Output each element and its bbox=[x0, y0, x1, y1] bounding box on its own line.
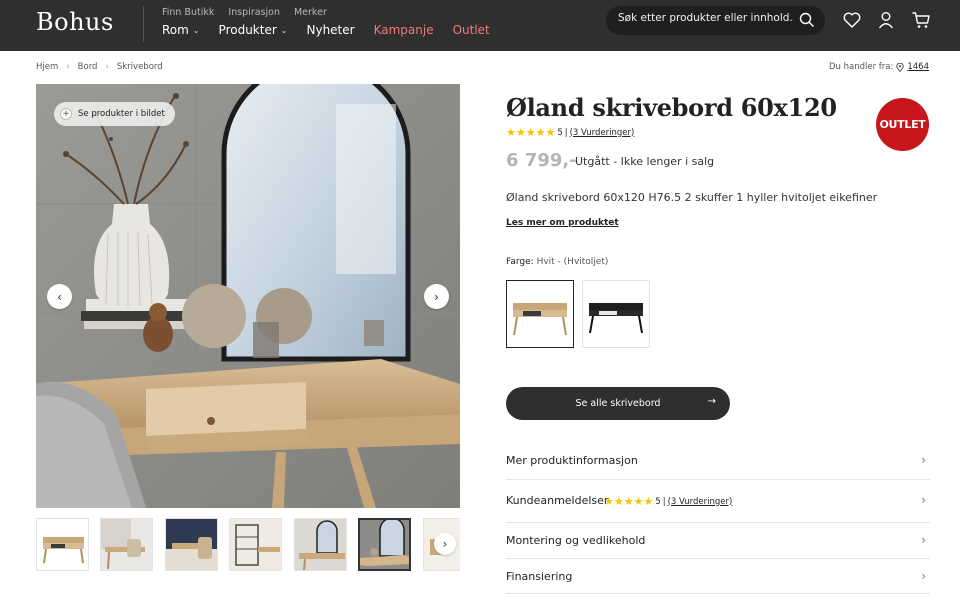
prev-image-button[interactable]: ‹ bbox=[47, 284, 72, 309]
breadcrumb-item-skrivebord[interactable]: Skrivebord bbox=[117, 62, 163, 72]
color-label: Farge: bbox=[506, 257, 534, 267]
cta-label: Se alle skrivebord bbox=[575, 398, 661, 409]
nav-item-nyheter[interactable]: Nyheter bbox=[306, 23, 354, 37]
site-logo[interactable]: Bohus bbox=[36, 8, 114, 36]
see-all-desks-button[interactable]: Se alle skrivebord → bbox=[506, 387, 730, 420]
thumbnail[interactable] bbox=[229, 518, 282, 571]
nav-item-outlet[interactable]: Outlet bbox=[453, 23, 490, 37]
main-nav: Rom ⌄ Produkter ⌄ Nyheter Kampanje Outlet bbox=[162, 23, 490, 37]
thumbnails-next-button[interactable]: › bbox=[434, 533, 456, 555]
see-products-label: Se produkter i bildet bbox=[78, 109, 165, 119]
accordion-label: Montering og vedlikehold bbox=[506, 534, 646, 547]
product-photo bbox=[36, 84, 460, 508]
nav-item-rom[interactable]: Rom ⌄ bbox=[162, 23, 200, 37]
nav-item-label: Kampanje bbox=[373, 23, 434, 37]
rating-value: 5 bbox=[655, 496, 661, 507]
store-number-link[interactable]: 1464 bbox=[907, 62, 929, 72]
chevron-right-icon: › bbox=[921, 493, 926, 507]
arrow-right-icon: → bbox=[707, 396, 716, 407]
color-swatch-white[interactable] bbox=[506, 280, 574, 348]
accordion-product-info[interactable]: Mer produktinformasjon › bbox=[506, 440, 930, 480]
nav-link-merker[interactable]: Merker bbox=[294, 7, 327, 18]
thumbnail-image bbox=[166, 519, 217, 570]
accordion-financing[interactable]: Finansiering › bbox=[506, 559, 930, 594]
accordion-reviews[interactable]: Kundeanmeldelser ★★★★★ 5 | (3 Vurderinge… bbox=[506, 480, 930, 523]
review-count-link[interactable]: (3 Vurderinger) bbox=[570, 128, 635, 138]
search-icon[interactable] bbox=[799, 12, 815, 28]
nav-item-produkter[interactable]: Produkter ⌄ bbox=[219, 23, 288, 37]
thumbnail-active[interactable] bbox=[358, 518, 411, 571]
heart-icon[interactable] bbox=[842, 10, 862, 30]
thumbnail[interactable] bbox=[165, 518, 218, 571]
breadcrumb-item-hjem[interactable]: Hjem bbox=[36, 62, 58, 72]
thumbnail[interactable] bbox=[294, 518, 347, 571]
chevron-down-icon: ⌄ bbox=[280, 25, 288, 35]
nav-item-kampanje[interactable]: Kampanje bbox=[374, 23, 434, 37]
thumbnail-image bbox=[360, 520, 409, 569]
color-swatch-black[interactable] bbox=[582, 280, 650, 348]
product-description: Øland skrivebord 60x120 H76.5 2 skuffer … bbox=[506, 191, 878, 204]
breadcrumb-item-bord[interactable]: Bord bbox=[78, 62, 98, 72]
rating-separator: | bbox=[564, 127, 568, 138]
nav-link-inspirasjon[interactable]: Inspirasjon bbox=[228, 7, 280, 18]
nav-link-finn-butikk[interactable]: Finn Butikk bbox=[162, 7, 214, 18]
next-image-button[interactable]: › bbox=[424, 284, 449, 309]
chevron-right-icon: › bbox=[66, 62, 70, 72]
thumbnail[interactable] bbox=[36, 518, 89, 571]
location-pin-icon bbox=[896, 62, 905, 72]
main-product-image[interactable]: + Se produkter i bildet ‹ › bbox=[36, 84, 460, 508]
thumbnail-image bbox=[295, 519, 346, 570]
chevron-right-icon: › bbox=[105, 62, 109, 72]
star-rating-icon: ★★★★★ bbox=[604, 495, 654, 508]
review-count-link[interactable]: (3 Vurderinger) bbox=[668, 497, 733, 507]
product-price: 6 799,- bbox=[506, 150, 577, 171]
accordion-label: Mer produktinformasjon bbox=[506, 454, 638, 467]
plus-icon: + bbox=[60, 108, 72, 120]
chevron-right-icon: › bbox=[921, 533, 926, 547]
swatch-image bbox=[513, 303, 567, 336]
product-rating[interactable]: ★★★★★ 5 | (3 Vurderinger) bbox=[506, 126, 634, 139]
thumbnail-image bbox=[101, 519, 152, 570]
user-icon[interactable] bbox=[876, 10, 896, 30]
secondary-nav: Finn Butikk Inspirasjon Merker bbox=[162, 7, 327, 18]
site-header: Bohus Finn Butikk Inspirasjon Merker Rom… bbox=[0, 0, 960, 51]
chevron-down-icon: ⌄ bbox=[192, 25, 200, 35]
nav-item-label: Produkter bbox=[218, 23, 277, 37]
color-value: Hvit - (Hvitoljet) bbox=[536, 257, 609, 267]
product-title: Øland skrivebord 60x120 bbox=[506, 93, 837, 122]
chevron-right-icon: › bbox=[434, 289, 439, 304]
chevron-right-icon: › bbox=[921, 569, 926, 583]
nav-item-label: Nyheter bbox=[306, 23, 355, 37]
chevron-left-icon: ‹ bbox=[57, 289, 62, 304]
star-rating-icon: ★★★★★ bbox=[506, 126, 556, 139]
cart-icon[interactable] bbox=[911, 10, 931, 30]
see-products-in-image-button[interactable]: + Se produkter i bildet bbox=[54, 102, 175, 126]
search-bar bbox=[606, 6, 825, 35]
chevron-right-icon: › bbox=[921, 453, 926, 467]
accordion-assembly[interactable]: Montering og vedlikehold › bbox=[506, 523, 930, 559]
store-label: Du handler fra: bbox=[828, 62, 894, 72]
color-selection-label: Farge: Hvit - (Hvitoljet) bbox=[506, 257, 608, 267]
read-more-link[interactable]: Les mer om produktet bbox=[506, 218, 619, 228]
rating-value: 5 bbox=[557, 127, 563, 138]
breadcrumb: Hjem › Bord › Skrivebord bbox=[36, 62, 163, 72]
nav-item-label: Outlet bbox=[452, 23, 490, 37]
thumbnail-image bbox=[230, 519, 281, 570]
availability-status: Utgått - Ikke lenger i salg bbox=[575, 155, 715, 168]
outlet-badge: OUTLET bbox=[876, 98, 929, 151]
store-selector: Du handler fra: 1464 bbox=[829, 62, 929, 72]
swatch-image bbox=[589, 303, 643, 334]
nav-item-label: Rom bbox=[162, 23, 189, 37]
reviews-rating: ★★★★★ 5 | (3 Vurderinger) bbox=[604, 495, 732, 508]
header-divider bbox=[143, 6, 144, 42]
accordion-label: Kundeanmeldelser bbox=[506, 494, 609, 507]
thumbnail[interactable] bbox=[100, 518, 153, 571]
search-input[interactable] bbox=[618, 12, 794, 24]
rating-separator: | bbox=[662, 496, 666, 507]
thumbnail-strip: › bbox=[36, 518, 460, 571]
chevron-right-icon: › bbox=[442, 537, 448, 551]
accordion-label: Finansiering bbox=[506, 570, 573, 583]
thumbnail-image bbox=[37, 519, 88, 570]
